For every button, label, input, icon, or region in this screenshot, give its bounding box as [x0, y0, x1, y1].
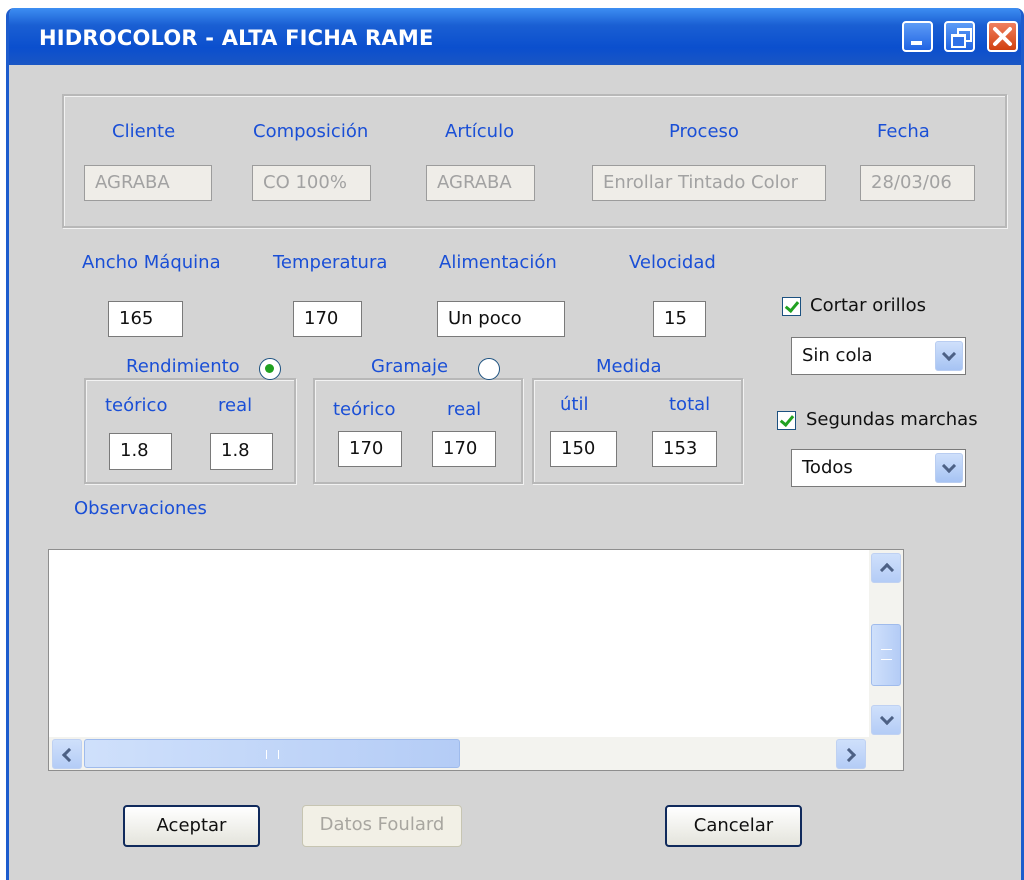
articulo-label: Artículo [445, 121, 515, 142]
gramaje-real-label: real [447, 399, 482, 420]
gramaje-teorico-field[interactable]: 170 [338, 431, 402, 467]
ancho-maquina-label: Ancho Máquina [82, 252, 221, 273]
chevron-left-icon [61, 747, 77, 763]
fecha-field: 28/03/06 [860, 165, 975, 201]
cortar-orillos-label[interactable]: Cortar orillos [810, 295, 926, 316]
ancho-maquina-field[interactable]: 165 [108, 301, 183, 337]
aceptar-button[interactable]: Aceptar [123, 805, 260, 847]
observaciones-textarea[interactable] [48, 549, 904, 771]
medida-util-label: útil [560, 394, 589, 415]
cliente-field: AGRABA [84, 165, 212, 201]
chevron-up-icon [879, 562, 895, 578]
minimize-button[interactable] [902, 21, 933, 52]
rendimiento-teorico-field[interactable]: 1.8 [109, 433, 172, 470]
main-window: HIDROCOLOR - ALTA FICHA RAME Cliente Com… [6, 8, 1024, 880]
header-group-frame [62, 94, 1007, 228]
marchas-select-value: Todos [802, 457, 853, 478]
marchas-select[interactable]: Todos [791, 449, 966, 487]
medida-util-field[interactable]: 150 [550, 431, 617, 467]
proceso-field: Enrollar Tintado Color [592, 165, 826, 201]
rendimiento-label: Rendimiento [122, 356, 244, 377]
chevron-down-icon[interactable] [935, 341, 963, 371]
close-icon [993, 27, 1012, 46]
alimentacion-label: Alimentación [439, 252, 557, 273]
restore-button[interactable] [944, 21, 975, 52]
velocidad-label: Velocidad [629, 252, 716, 273]
vertical-scrollbar[interactable] [869, 550, 903, 737]
vertical-scroll-thumb[interactable] [871, 624, 901, 686]
gramaje-radio[interactable] [478, 358, 500, 380]
cola-select-value: Sin cola [802, 345, 873, 366]
rendimiento-teorico-label: teórico [105, 395, 168, 416]
segundas-marchas-label[interactable]: Segundas marchas [806, 409, 978, 430]
observaciones-label: Observaciones [74, 498, 207, 519]
scroll-down-button[interactable] [871, 705, 901, 735]
gramaje-teorico-label: teórico [333, 399, 396, 420]
cancelar-button[interactable]: Cancelar [665, 805, 802, 847]
medida-total-label: total [669, 394, 711, 415]
restore-icon [951, 28, 972, 48]
rendimiento-real-field[interactable]: 1.8 [210, 433, 273, 470]
chevron-right-icon [841, 747, 857, 763]
fecha-label: Fecha [877, 121, 930, 142]
minimize-icon [911, 41, 922, 45]
temperatura-field[interactable]: 170 [293, 301, 362, 337]
rendimiento-real-label: real [218, 395, 253, 416]
composicion-field: CO 100% [252, 165, 371, 201]
chevron-down-icon[interactable] [935, 453, 963, 483]
grip-icon [881, 649, 892, 660]
window-title: HIDROCOLOR - ALTA FICHA RAME [39, 26, 434, 50]
scrollbar-corner [869, 737, 903, 770]
datos-foulard-button[interactable]: Datos Foulard [302, 805, 462, 847]
proceso-label: Proceso [669, 121, 739, 142]
medida-label: Medida [592, 356, 666, 377]
scroll-left-button[interactable] [52, 739, 82, 769]
grip-icon [266, 750, 279, 759]
gramaje-label: Gramaje [367, 356, 453, 377]
medida-total-field[interactable]: 153 [652, 431, 717, 467]
horizontal-scrollbar[interactable] [49, 737, 869, 770]
velocidad-field[interactable]: 15 [653, 301, 706, 337]
segundas-marchas-checkbox[interactable] [777, 411, 796, 430]
horizontal-scroll-thumb[interactable] [84, 739, 460, 768]
cortar-orillos-checkbox[interactable] [782, 297, 801, 316]
cola-select[interactable]: Sin cola [791, 337, 966, 375]
chevron-down-icon [879, 710, 895, 726]
articulo-field: AGRABA [426, 165, 535, 201]
alimentacion-field[interactable]: Un poco [437, 301, 565, 337]
gramaje-real-field[interactable]: 170 [432, 431, 496, 467]
temperatura-label: Temperatura [273, 252, 388, 273]
close-button[interactable] [987, 21, 1018, 52]
rendimiento-radio[interactable] [259, 358, 281, 380]
cliente-label: Cliente [112, 121, 176, 142]
composicion-label: Composición [253, 121, 369, 142]
scroll-right-button[interactable] [836, 739, 866, 769]
scroll-up-button[interactable] [871, 553, 901, 583]
title-bar[interactable]: HIDROCOLOR - ALTA FICHA RAME [9, 8, 1021, 65]
